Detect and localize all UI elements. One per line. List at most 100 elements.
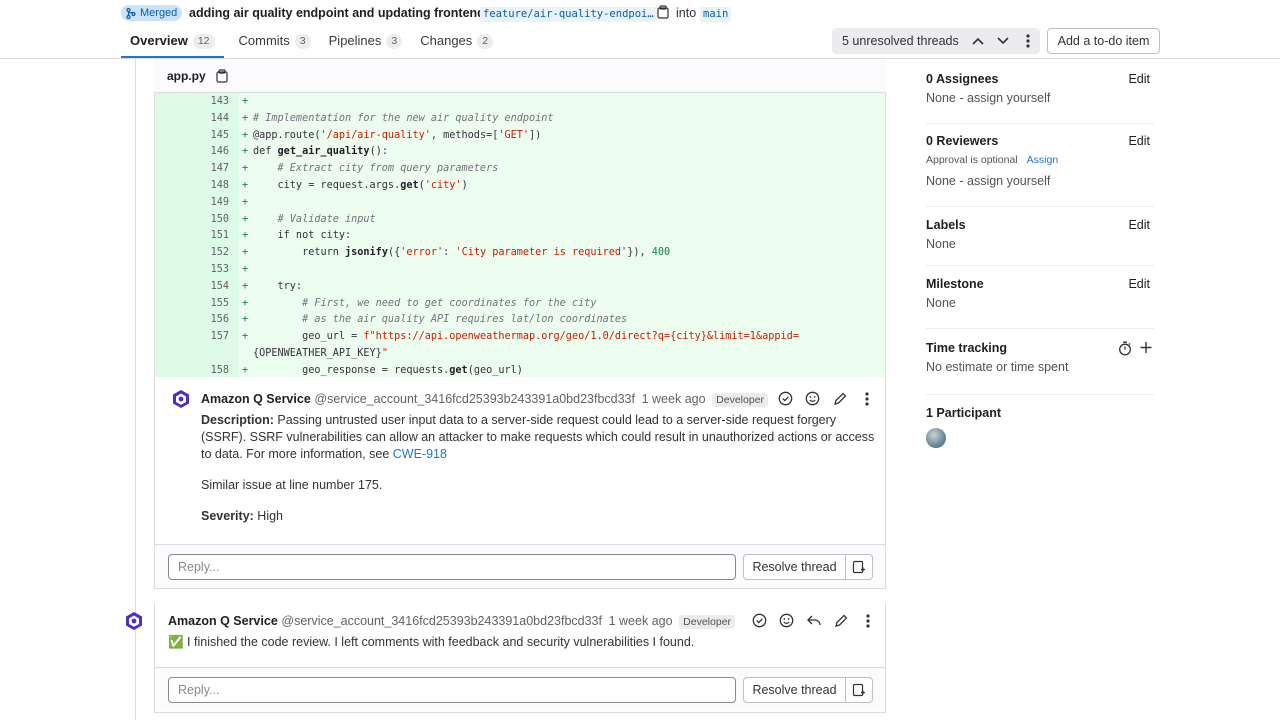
tab-label: Commits — [238, 33, 290, 48]
edit-pencil-icon[interactable] — [831, 611, 850, 630]
amazon-q-avatar[interactable] — [124, 611, 144, 634]
assign-reviewer-link[interactable]: Assign — [1027, 154, 1059, 166]
sidebar-divider — [926, 394, 1154, 395]
tab-overview[interactable]: Overview 12 — [121, 28, 224, 58]
add-todo-button[interactable]: Add a to-do item — [1047, 28, 1160, 54]
stopwatch-icon[interactable] — [1118, 341, 1132, 359]
add-time-icon[interactable] — [1140, 341, 1152, 357]
mr-title: adding air quality endpoint and updating… — [189, 6, 489, 20]
kebab-menu-icon[interactable] — [1015, 28, 1040, 54]
code-text: # as the air quality API requires lat/lo… — [253, 314, 628, 326]
reply-input[interactable]: Reply... — [168, 677, 736, 703]
line-number[interactable]: 146 — [155, 143, 229, 160]
line-number[interactable]: 151 — [155, 227, 229, 244]
line-number[interactable]: 153 — [155, 261, 229, 278]
amazon-q-avatar[interactable] — [171, 389, 191, 412]
line-number[interactable]: 150 — [155, 211, 229, 228]
resolve-thread-button[interactable]: Resolve thread — [743, 677, 846, 703]
line-number[interactable]: 145 — [155, 127, 229, 144]
copy-branch-icon[interactable] — [657, 5, 671, 21]
edit-reviewers-button[interactable]: Edit — [1128, 134, 1150, 148]
resolve-check-icon[interactable] — [750, 611, 769, 630]
line-number[interactable]: 148 — [155, 177, 229, 194]
more-actions-icon[interactable] — [858, 611, 877, 630]
chevron-up-icon[interactable] — [966, 28, 991, 54]
note-time[interactable]: 1 week ago — [609, 614, 673, 628]
create-issue-icon[interactable] — [846, 677, 873, 703]
emoji-react-icon[interactable] — [803, 389, 822, 408]
severity-label: Severity: — [201, 509, 254, 523]
into-label: into — [676, 6, 697, 20]
note-time[interactable]: 1 week ago — [642, 392, 706, 406]
milestone-value: None — [926, 296, 956, 310]
reply-arrow-icon[interactable] — [804, 611, 823, 630]
tab-commits[interactable]: Commits 3 — [230, 28, 320, 58]
edit-milestone-button[interactable]: Edit — [1128, 277, 1150, 291]
added-marker: + — [242, 129, 249, 141]
assignees-value[interactable]: None - assign yourself — [926, 91, 1154, 105]
note-author[interactable]: Amazon Q Service — [168, 614, 278, 628]
note-header: Amazon Q Service @service_account_3416fc… — [201, 391, 769, 407]
more-actions-icon[interactable] — [857, 389, 876, 408]
note-actions — [776, 389, 876, 408]
line-number[interactable]: 147 — [155, 160, 229, 177]
tab-changes[interactable]: Changes 2 — [411, 28, 502, 58]
file-name[interactable]: app.py — [167, 69, 206, 83]
description-paragraph: Description: Passing untrusted user inpu… — [201, 412, 876, 429]
note-handle[interactable]: @service_account_3416fcd25393b243391a0bd… — [314, 392, 635, 406]
line-number[interactable]: 152 — [155, 244, 229, 261]
code-text: def get_air_quality(): — [253, 146, 388, 158]
edit-pencil-icon[interactable] — [830, 389, 849, 408]
sidebar-divider — [926, 123, 1154, 124]
sidebar-divider — [926, 328, 1154, 329]
line-number[interactable]: 144 — [155, 110, 229, 127]
code-text: geo_response = requests.get(geo_url) — [253, 364, 523, 376]
labels-title: Labels — [926, 218, 966, 232]
resolve-thread-button[interactable]: Resolve thread — [743, 554, 846, 580]
tab-label: Overview — [130, 33, 188, 48]
participants-title: 1 Participant — [926, 406, 1002, 420]
time-tracking-section: Time tracking No estimate or time spent — [926, 341, 1154, 374]
code-line: 150 + # Validate input — [155, 211, 885, 228]
line-number[interactable]: 155 — [155, 295, 229, 312]
merged-status-badge: Merged — [121, 5, 183, 21]
note-handle[interactable]: @service_account_3416fcd25393b243391a0bd… — [281, 614, 602, 628]
unresolved-threads-label[interactable]: 5 unresolved threads — [832, 34, 966, 48]
resolve-check-icon[interactable] — [776, 389, 795, 408]
line-number[interactable]: 143 — [155, 93, 229, 110]
line-number[interactable]: 149 — [155, 194, 229, 211]
line-number[interactable]: 156 — [155, 311, 229, 328]
reviewers-value[interactable]: None - assign yourself — [926, 174, 1154, 188]
cwe-link[interactable]: CWE-918 — [393, 447, 447, 461]
code-text: # Extract city from query parameters — [253, 163, 499, 175]
reply-input[interactable]: Reply... — [168, 554, 736, 580]
copy-file-path-icon[interactable] — [216, 69, 228, 86]
time-tracking-value: No estimate or time spent — [926, 360, 1069, 374]
tab-pipelines[interactable]: Pipelines 3 — [320, 28, 412, 58]
added-marker: + — [242, 163, 249, 175]
line-number[interactable]: 157 — [155, 328, 229, 345]
code-line: 155 + # First, we need to get coordinates… — [155, 295, 885, 312]
labels-section: Labels Edit None — [926, 218, 1154, 251]
mr-tabs: Overview 12 Commits 3 Pipelines 3 Changes 2 — [121, 28, 502, 58]
source-branch[interactable]: feature/air-quality-endpoi… — [480, 7, 657, 22]
sidebar-divider — [926, 206, 1154, 207]
chevron-down-icon[interactable] — [991, 28, 1016, 54]
added-marker: + — [242, 96, 249, 107]
line-number[interactable]: 154 — [155, 278, 229, 295]
code-text: {OPENWEATHER_API_KEY}" — [253, 348, 388, 359]
code-text: # Validate input — [253, 213, 376, 225]
participant-avatar[interactable] — [926, 428, 946, 448]
edit-assignees-button[interactable]: Edit — [1128, 72, 1150, 86]
added-marker: + — [242, 264, 249, 275]
edit-labels-button[interactable]: Edit — [1128, 218, 1150, 232]
added-marker: + — [242, 213, 249, 225]
code-line: 158 + geo_response = requests.get(geo_url… — [155, 362, 885, 379]
target-branch[interactable]: main — [700, 7, 732, 22]
note-author[interactable]: Amazon Q Service — [201, 392, 311, 406]
tab-count: 3 — [386, 34, 403, 49]
line-number[interactable]: 158 — [155, 362, 229, 379]
create-issue-icon[interactable] — [846, 554, 873, 580]
emoji-react-icon[interactable] — [777, 611, 796, 630]
status-label: Merged — [140, 7, 178, 19]
